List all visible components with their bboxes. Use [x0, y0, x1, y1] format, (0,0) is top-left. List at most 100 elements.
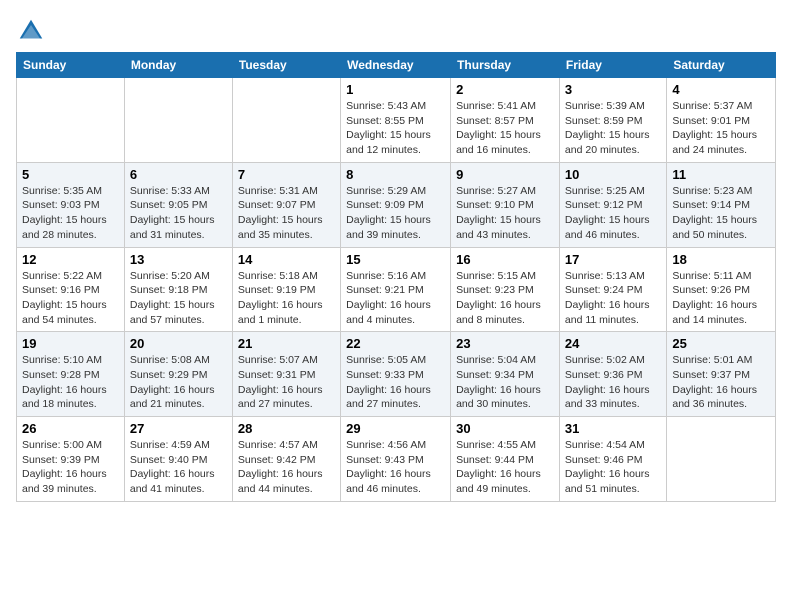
calendar-cell: 7Sunrise: 5:31 AM Sunset: 9:07 PM Daylig… [232, 162, 340, 247]
day-info: Sunrise: 5:15 AM Sunset: 9:23 PM Dayligh… [456, 269, 554, 328]
day-number: 12 [22, 252, 119, 267]
day-info: Sunrise: 5:01 AM Sunset: 9:37 PM Dayligh… [672, 353, 770, 412]
day-number: 13 [130, 252, 227, 267]
day-number: 19 [22, 336, 119, 351]
day-number: 25 [672, 336, 770, 351]
calendar-cell: 5 Sunrise: 5:35 AM Sunset: 9:03 PM Daylig… [17, 162, 125, 247]
calendar-cell: 15Sunrise: 5:16 AM Sunset: 9:21 PM Dayli… [341, 247, 451, 332]
calendar-cell: 27 Sunrise: 4:59 AM Sunset: 9:40 PM Dayli… [124, 417, 232, 502]
day-info: Sunrise: 5:10 AM Sunset: 9:28 PM Dayligh… [22, 353, 119, 412]
calendar-header-row: SundayMondayTuesdayWednesdayThursdayFrid… [17, 53, 776, 78]
day-number: 20 [130, 336, 227, 351]
day-info: Sunrise: 5:43 AM Sunset: 8:55 PM Dayligh… [346, 99, 445, 158]
calendar-cell: 29 Sunrise: 4:56 AM Sunset: 9:43 PM Dayli… [341, 417, 451, 502]
day-info: Sunrise: 4:59 AM Sunset: 9:40 PM Dayligh… [130, 438, 227, 497]
calendar-cell: 8 Sunrise: 5:29 AM Sunset: 9:09 PM Daylig… [341, 162, 451, 247]
day-info: Sunrise: 5:29 AM Sunset: 9:09 PM Dayligh… [346, 184, 445, 243]
day-info: Sunrise: 5:05 AM Sunset: 9:33 PM Dayligh… [346, 353, 445, 412]
day-info: Sunrise: 5:11 AM Sunset: 9:26 PM Dayligh… [672, 269, 770, 328]
calendar-cell: 24 Sunrise: 5:02 AM Sunset: 9:36 PM Dayli… [559, 332, 666, 417]
day-number: 2 [456, 82, 554, 97]
day-number: 9 [456, 167, 554, 182]
calendar-cell: 28Sunrise: 4:57 AM Sunset: 9:42 PM Dayli… [232, 417, 340, 502]
day-number: 4 [672, 82, 770, 97]
day-number: 11 [672, 167, 770, 182]
calendar-cell: 9Sunrise: 5:27 AM Sunset: 9:10 PM Daylig… [451, 162, 560, 247]
logo [16, 16, 50, 46]
calendar-cell: 19 Sunrise: 5:10 AM Sunset: 9:28 PM Dayli… [17, 332, 125, 417]
day-number: 27 [130, 421, 227, 436]
calendar-cell: 18 Sunrise: 5:11 AM Sunset: 9:26 PM Dayli… [667, 247, 776, 332]
calendar-cell: 4Sunrise: 5:37 AM Sunset: 9:01 PM Daylig… [667, 78, 776, 163]
day-number: 10 [565, 167, 661, 182]
day-number: 24 [565, 336, 661, 351]
calendar-cell: 2 Sunrise: 5:41 AM Sunset: 8:57 PM Daylig… [451, 78, 560, 163]
day-info: Sunrise: 5:22 AM Sunset: 9:16 PM Dayligh… [22, 269, 119, 328]
day-info: Sunrise: 5:13 AM Sunset: 9:24 PM Dayligh… [565, 269, 661, 328]
calendar-cell: 14 Sunrise: 5:18 AM Sunset: 9:19 PM Dayli… [232, 247, 340, 332]
day-number: 21 [238, 336, 335, 351]
calendar-cell: 20 Sunrise: 5:08 AM Sunset: 9:29 PM Dayli… [124, 332, 232, 417]
day-info: Sunrise: 5:35 AM Sunset: 9:03 PM Dayligh… [22, 184, 119, 243]
calendar-cell [124, 78, 232, 163]
day-number: 22 [346, 336, 445, 351]
day-info: Sunrise: 5:23 AM Sunset: 9:14 PM Dayligh… [672, 184, 770, 243]
calendar-cell: 13 Sunrise: 5:20 AM Sunset: 9:18 PM Dayli… [124, 247, 232, 332]
day-of-week-saturday: Saturday [667, 53, 776, 78]
day-of-week-tuesday: Tuesday [232, 53, 340, 78]
day-info: Sunrise: 5:16 AM Sunset: 9:21 PM Dayligh… [346, 269, 445, 328]
day-number: 26 [22, 421, 119, 436]
calendar-week-1: 1 Sunrise: 5:43 AM Sunset: 8:55 PM Daylig… [17, 78, 776, 163]
day-info: Sunrise: 5:39 AM Sunset: 8:59 PM Dayligh… [565, 99, 661, 158]
day-info: Sunrise: 5:00 AM Sunset: 9:39 PM Dayligh… [22, 438, 119, 497]
day-number: 7 [238, 167, 335, 182]
day-info: Sunrise: 5:25 AM Sunset: 9:12 PM Dayligh… [565, 184, 661, 243]
day-of-week-monday: Monday [124, 53, 232, 78]
calendar-cell [232, 78, 340, 163]
day-info: Sunrise: 5:07 AM Sunset: 9:31 PM Dayligh… [238, 353, 335, 412]
day-number: 6 [130, 167, 227, 182]
day-number: 29 [346, 421, 445, 436]
day-info: Sunrise: 5:02 AM Sunset: 9:36 PM Dayligh… [565, 353, 661, 412]
day-info: Sunrise: 5:33 AM Sunset: 9:05 PM Dayligh… [130, 184, 227, 243]
day-number: 14 [238, 252, 335, 267]
calendar-cell: 25 Sunrise: 5:01 AM Sunset: 9:37 PM Dayli… [667, 332, 776, 417]
calendar-cell [17, 78, 125, 163]
day-info: Sunrise: 5:41 AM Sunset: 8:57 PM Dayligh… [456, 99, 554, 158]
day-of-week-thursday: Thursday [451, 53, 560, 78]
calendar-cell: 17 Sunrise: 5:13 AM Sunset: 9:24 PM Dayli… [559, 247, 666, 332]
calendar-cell: 3 Sunrise: 5:39 AM Sunset: 8:59 PM Daylig… [559, 78, 666, 163]
logo-icon [16, 16, 46, 46]
calendar-cell: 26 Sunrise: 5:00 AM Sunset: 9:39 PM Dayli… [17, 417, 125, 502]
day-number: 1 [346, 82, 445, 97]
calendar-cell: 30Sunrise: 4:55 AM Sunset: 9:44 PM Dayli… [451, 417, 560, 502]
day-info: Sunrise: 5:20 AM Sunset: 9:18 PM Dayligh… [130, 269, 227, 328]
day-number: 5 [22, 167, 119, 182]
calendar-cell: 22 Sunrise: 5:05 AM Sunset: 9:33 PM Dayli… [341, 332, 451, 417]
calendar-cell: 23 Sunrise: 5:04 AM Sunset: 9:34 PM Dayli… [451, 332, 560, 417]
day-info: Sunrise: 4:56 AM Sunset: 9:43 PM Dayligh… [346, 438, 445, 497]
day-info: Sunrise: 5:08 AM Sunset: 9:29 PM Dayligh… [130, 353, 227, 412]
calendar-cell: 21 Sunrise: 5:07 AM Sunset: 9:31 PM Dayli… [232, 332, 340, 417]
day-number: 8 [346, 167, 445, 182]
calendar-week-2: 5 Sunrise: 5:35 AM Sunset: 9:03 PM Daylig… [17, 162, 776, 247]
day-number: 3 [565, 82, 661, 97]
day-number: 18 [672, 252, 770, 267]
day-number: 23 [456, 336, 554, 351]
day-number: 17 [565, 252, 661, 267]
day-of-week-friday: Friday [559, 53, 666, 78]
calendar-cell: 1 Sunrise: 5:43 AM Sunset: 8:55 PM Daylig… [341, 78, 451, 163]
day-info: Sunrise: 4:54 AM Sunset: 9:46 PM Dayligh… [565, 438, 661, 497]
day-info: Sunrise: 5:04 AM Sunset: 9:34 PM Dayligh… [456, 353, 554, 412]
day-info: Sunrise: 4:57 AM Sunset: 9:42 PM Dayligh… [238, 438, 335, 497]
calendar-cell: 16 Sunrise: 5:15 AM Sunset: 9:23 PM Dayli… [451, 247, 560, 332]
calendar-week-4: 19 Sunrise: 5:10 AM Sunset: 9:28 PM Dayli… [17, 332, 776, 417]
day-info: Sunrise: 5:18 AM Sunset: 9:19 PM Dayligh… [238, 269, 335, 328]
calendar: SundayMondayTuesdayWednesdayThursdayFrid… [16, 52, 776, 502]
calendar-week-5: 26 Sunrise: 5:00 AM Sunset: 9:39 PM Dayli… [17, 417, 776, 502]
calendar-cell: 6 Sunrise: 5:33 AM Sunset: 9:05 PM Daylig… [124, 162, 232, 247]
calendar-cell: 12 Sunrise: 5:22 AM Sunset: 9:16 PM Dayli… [17, 247, 125, 332]
calendar-cell: 31Sunrise: 4:54 AM Sunset: 9:46 PM Dayli… [559, 417, 666, 502]
day-number: 16 [456, 252, 554, 267]
day-info: Sunrise: 4:55 AM Sunset: 9:44 PM Dayligh… [456, 438, 554, 497]
